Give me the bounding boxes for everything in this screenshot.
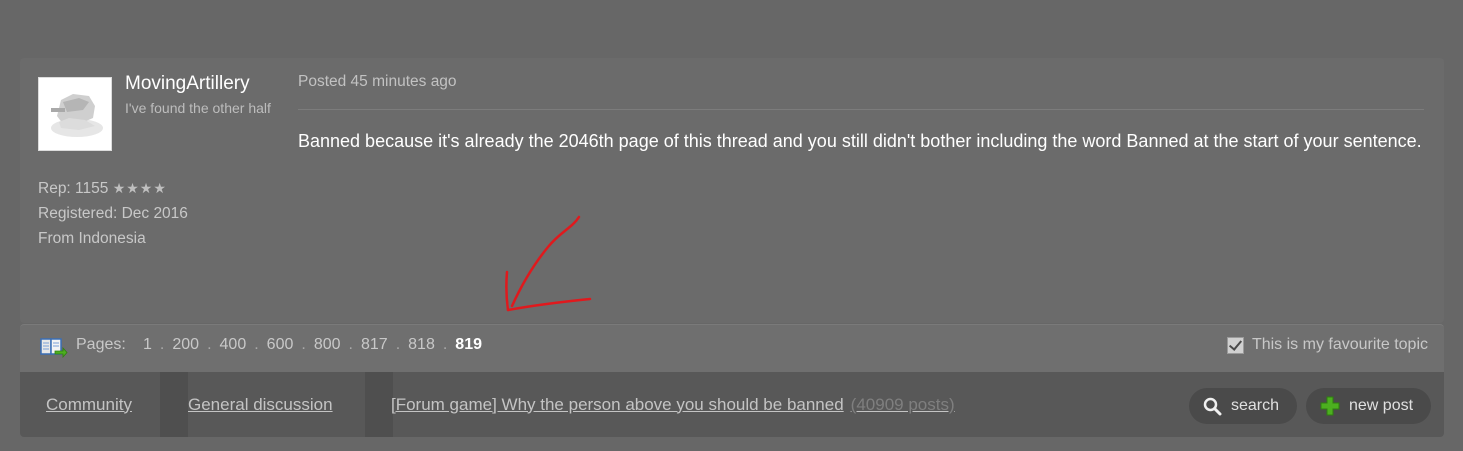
search-button[interactable]: search	[1189, 388, 1297, 424]
pages-label: Pages:	[76, 336, 126, 353]
username[interactable]: MovingArtillery	[125, 73, 250, 95]
page-link-600[interactable]: 600	[267, 336, 294, 353]
topic-link[interactable]: [Forum game] Why the person above you sh…	[391, 395, 844, 415]
page-separator: .	[442, 336, 448, 353]
user-title: I've found the other half	[125, 100, 271, 116]
page-link-818[interactable]: 818	[408, 336, 435, 353]
page-separator: .	[159, 336, 165, 353]
post-card	[20, 58, 1444, 323]
plus-icon	[1320, 396, 1340, 416]
user-location: From Indonesia	[38, 230, 146, 247]
page-link-800[interactable]: 800	[314, 336, 341, 353]
page-separator: .	[207, 336, 212, 353]
breadcrumb-divider	[160, 372, 188, 437]
user-stats: Rep: 1155 ★★★★ Registered: Dec 2016 From…	[38, 176, 188, 251]
new-post-button-label: new post	[1349, 397, 1414, 414]
post-divider	[298, 109, 1424, 110]
page-separator: .	[348, 336, 353, 353]
rep-stars-icon: ★★★★	[112, 180, 167, 196]
search-button-label: search	[1231, 397, 1280, 414]
page-list: 1. 200. 400. 600. 800. 817. 818. 819	[143, 336, 482, 354]
new-post-button[interactable]: new post	[1306, 388, 1431, 424]
registered-date: Registered: Dec 2016	[38, 205, 188, 222]
avatar-image	[51, 94, 103, 137]
post-timestamp: Posted 45 minutes ago	[298, 73, 457, 90]
breadcrumb-topic: [Forum game] Why the person above you sh…	[391, 372, 955, 437]
book-arrow-icon	[40, 338, 68, 358]
post-count: (40909 posts)	[850, 394, 955, 414]
breadcrumb-general-discussion[interactable]: General discussion	[188, 372, 333, 437]
page-link-817[interactable]: 817	[361, 336, 388, 353]
page-link-1[interactable]: 1	[143, 336, 152, 353]
favourite-label: This is my favourite topic	[1251, 336, 1428, 353]
favourite-toggle[interactable]: This is my favourite topic	[1226, 336, 1428, 354]
rep-label: Rep: 1155	[38, 180, 109, 197]
current-page: 819	[455, 336, 482, 353]
breadcrumb-community[interactable]: Community	[46, 372, 132, 437]
page-link-400[interactable]: 400	[220, 336, 247, 353]
page-separator: .	[254, 336, 259, 353]
page-link-200[interactable]: 200	[172, 336, 199, 353]
magnifier-icon	[1203, 397, 1222, 415]
post-body: Banned because it's already the 2046th p…	[298, 131, 1422, 151]
page-separator: .	[301, 336, 306, 353]
checkbox-icon[interactable]	[1226, 336, 1244, 354]
breadcrumb-divider	[365, 372, 393, 437]
rep-line: Rep: 1155 ★★★★	[38, 176, 188, 201]
page-separator: .	[395, 336, 401, 353]
avatar[interactable]	[38, 77, 112, 151]
